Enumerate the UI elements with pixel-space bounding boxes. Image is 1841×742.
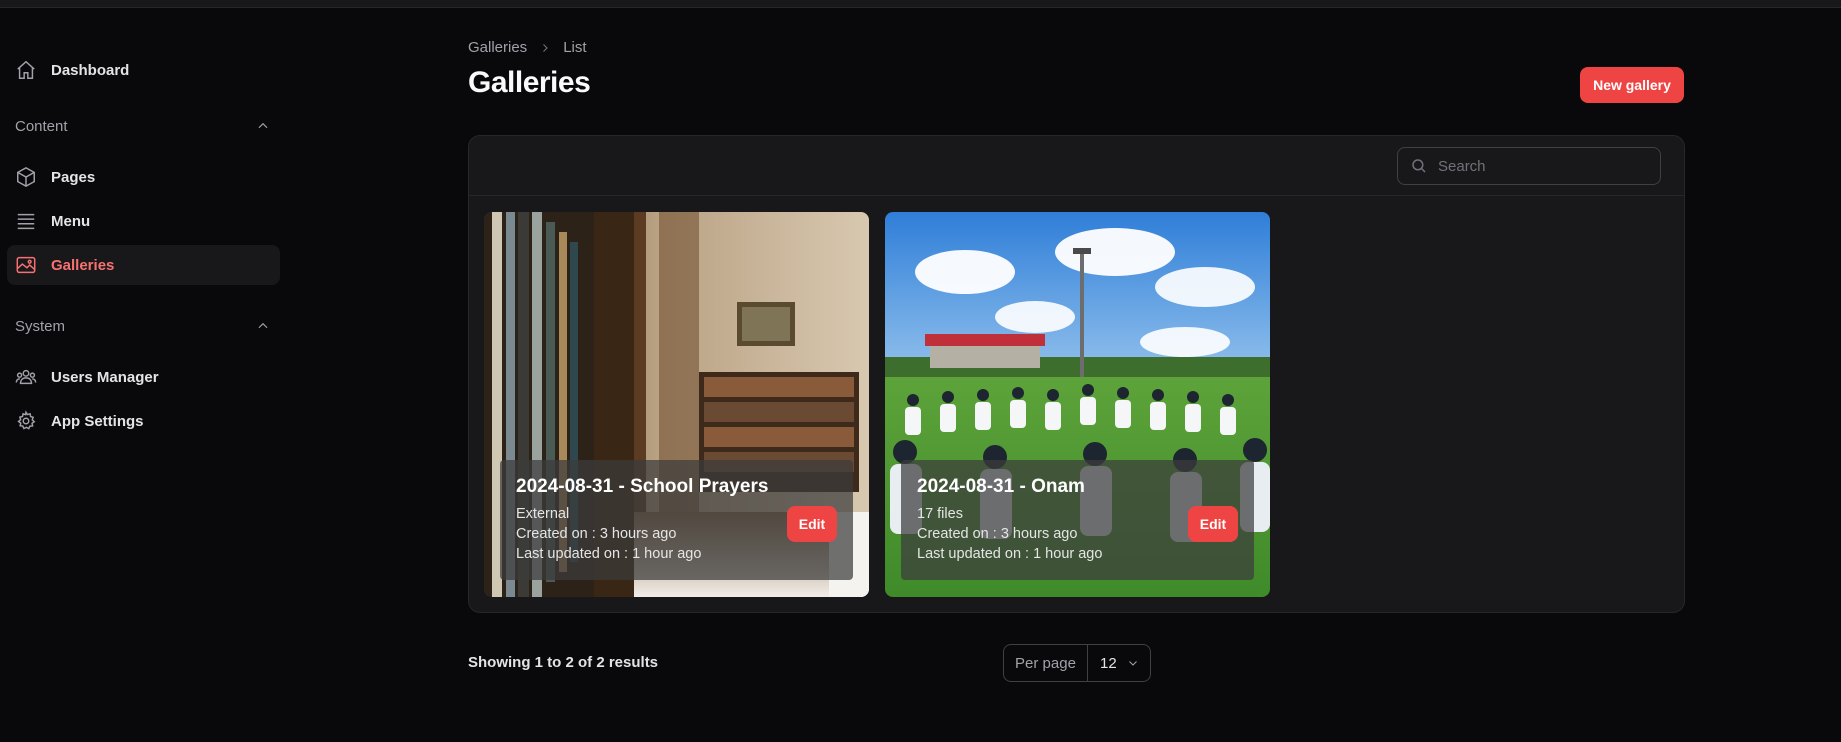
- breadcrumb-root[interactable]: Galleries: [468, 39, 527, 56]
- sidebar-item-galleries[interactable]: Galleries: [7, 245, 280, 285]
- gallery-card[interactable]: 2024-08-31 - School Prayers External Cre…: [484, 212, 869, 597]
- search-input[interactable]: [1438, 157, 1638, 175]
- card-updated: Last updated on : 1 hour ago: [917, 546, 1103, 562]
- chevron-up-icon[interactable]: [256, 119, 270, 133]
- sidebar: Dashboard Content Pages Menu Galleries S…: [0, 8, 290, 742]
- per-page-label: Per page: [1004, 645, 1088, 681]
- list-icon: [15, 210, 37, 232]
- results-summary: Showing 1 to 2 of 2 results: [468, 654, 659, 671]
- card-updated: Last updated on : 1 hour ago: [516, 546, 702, 562]
- sidebar-item-dashboard[interactable]: Dashboard: [7, 50, 280, 90]
- sidebar-item-label: Dashboard: [51, 61, 130, 79]
- chevron-down-icon: [1127, 657, 1139, 669]
- breadcrumb-current: List: [563, 39, 587, 56]
- sidebar-item-label: App Settings: [51, 412, 144, 430]
- sidebar-group-system[interactable]: System: [15, 314, 270, 338]
- top-bar: [0, 0, 1841, 8]
- card-file-count: 17 files: [917, 506, 963, 522]
- sidebar-group-content[interactable]: Content: [15, 114, 270, 138]
- card-title: 2024-08-31 - School Prayers: [516, 476, 769, 497]
- home-icon: [15, 59, 37, 81]
- sidebar-item-label: Users Manager: [51, 368, 159, 386]
- search-icon: [1410, 157, 1428, 175]
- per-page-selected: 12: [1100, 654, 1117, 672]
- gear-icon: [15, 410, 37, 432]
- card-info-overlay: 2024-08-31 - School Prayers External Cre…: [500, 460, 853, 580]
- edit-button[interactable]: Edit: [1188, 506, 1238, 542]
- new-gallery-button[interactable]: New gallery: [1580, 67, 1684, 103]
- sidebar-item-label: Menu: [51, 212, 91, 230]
- card-info-overlay: 2024-08-31 - Onam 17 files Created on : …: [901, 460, 1254, 580]
- users-icon: [15, 366, 37, 388]
- card-created: Created on : 3 hours ago: [917, 526, 1078, 542]
- search-box[interactable]: [1397, 147, 1661, 185]
- group-label: System: [15, 317, 66, 335]
- chevron-right-icon: [539, 42, 551, 54]
- sidebar-item-label: Galleries: [51, 256, 115, 274]
- page-title: Galleries: [468, 66, 591, 99]
- per-page-value[interactable]: 12: [1088, 655, 1150, 672]
- sidebar-item-app-settings[interactable]: App Settings: [7, 401, 280, 441]
- sidebar-item-pages[interactable]: Pages: [7, 157, 280, 197]
- sidebar-item-menu[interactable]: Menu: [7, 201, 280, 241]
- per-page-select[interactable]: Per page 12: [1003, 644, 1151, 682]
- sidebar-item-label: Pages: [51, 168, 96, 186]
- panel-header: [469, 136, 1684, 196]
- sidebar-item-users-manager[interactable]: Users Manager: [7, 357, 280, 397]
- chevron-up-icon[interactable]: [256, 319, 270, 333]
- cube-icon: [15, 166, 37, 188]
- breadcrumb: Galleries List: [468, 39, 587, 56]
- gallery-card[interactable]: 2024-08-31 - Onam 17 files Created on : …: [885, 212, 1270, 597]
- edit-button[interactable]: Edit: [787, 506, 837, 542]
- card-title: 2024-08-31 - Onam: [917, 476, 1085, 497]
- card-created: Created on : 3 hours ago: [516, 526, 677, 542]
- image-icon: [15, 254, 37, 276]
- card-source: External: [516, 506, 570, 522]
- group-label: Content: [15, 117, 68, 135]
- gallery-panel: 2024-08-31 - School Prayers External Cre…: [468, 135, 1685, 613]
